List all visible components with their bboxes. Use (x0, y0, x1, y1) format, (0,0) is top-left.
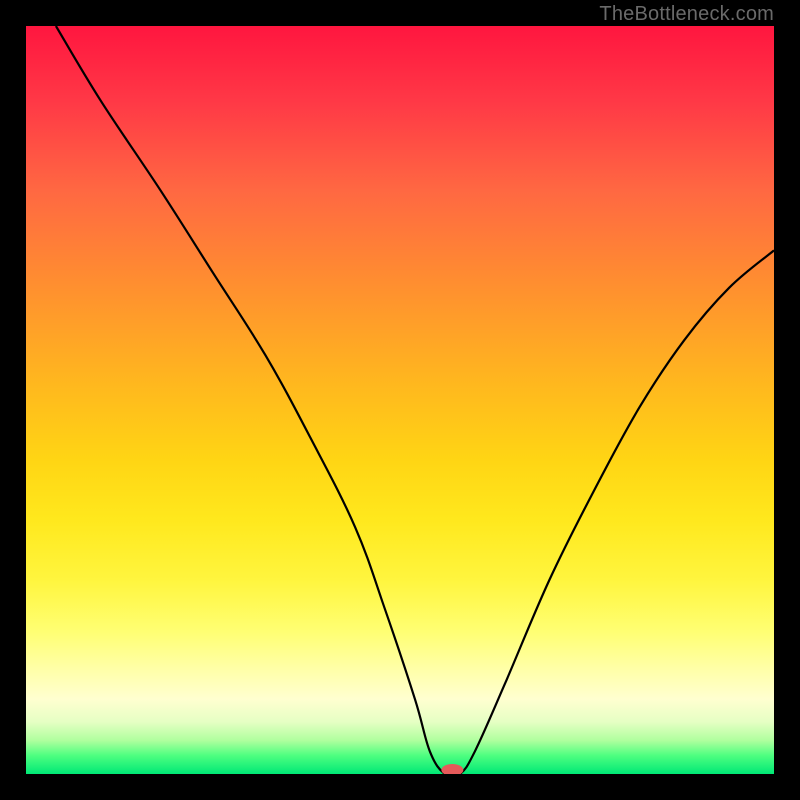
bottleneck-curve-line (56, 26, 774, 774)
optimal-point-marker (441, 764, 463, 774)
watermark-text: TheBottleneck.com (599, 3, 774, 26)
chart-overlay (26, 26, 774, 774)
chart-container: TheBottleneck.com (0, 0, 800, 800)
